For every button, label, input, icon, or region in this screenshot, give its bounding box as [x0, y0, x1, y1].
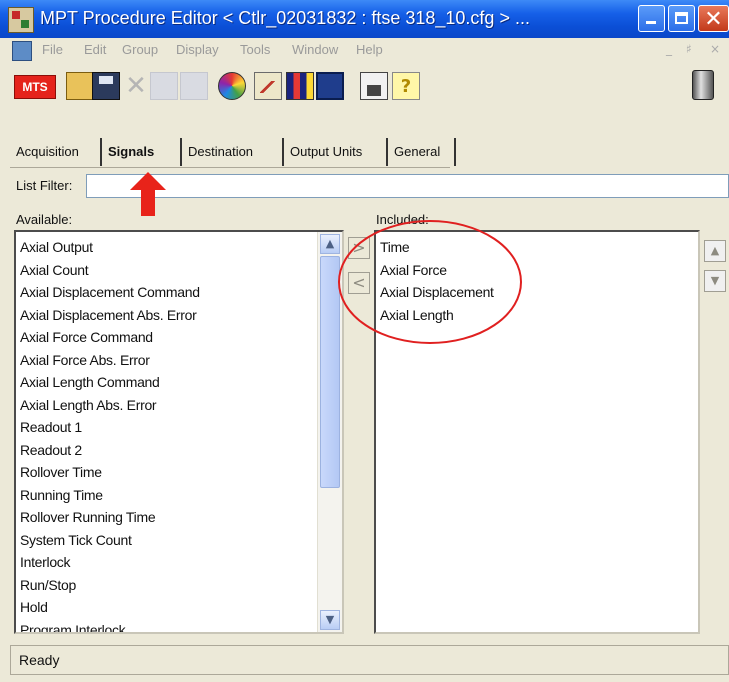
- remove-signal-button[interactable]: <: [348, 272, 370, 294]
- add-signal-button[interactable]: >: [348, 237, 370, 259]
- available-list-item[interactable]: Running Time: [20, 484, 342, 507]
- available-list-item[interactable]: Axial Length Command: [20, 371, 342, 394]
- document-icon[interactable]: [12, 41, 32, 61]
- available-list-item[interactable]: Axial Displacement Command: [20, 281, 342, 304]
- toolbar: MTS ✕ ?: [0, 64, 729, 106]
- available-list-item[interactable]: Axial Count: [20, 259, 342, 282]
- maximize-button[interactable]: [668, 5, 695, 32]
- delete-x-icon[interactable]: ✕: [122, 72, 150, 100]
- red-arrow-annotation: [130, 172, 166, 216]
- tab-general[interactable]: General: [390, 138, 456, 166]
- save-disk-icon[interactable]: [92, 72, 120, 100]
- available-list-item[interactable]: Interlock: [20, 551, 342, 574]
- list-filter-input[interactable]: [86, 174, 729, 198]
- available-list-item[interactable]: Readout 2: [20, 439, 342, 462]
- available-list-item[interactable]: Axial Output: [20, 236, 342, 259]
- available-list-item[interactable]: Readout 1: [20, 416, 342, 439]
- available-list-item[interactable]: System Tick Count: [20, 529, 342, 552]
- chart-icon[interactable]: [254, 72, 282, 100]
- menu-bar: File Edit Group Display Tools Window Hel…: [0, 38, 729, 65]
- available-list-item[interactable]: Axial Length Abs. Error: [20, 394, 342, 417]
- lock-icon[interactable]: [360, 72, 388, 100]
- window-title: MPT Procedure Editor < Ctlr_02031832 : f…: [40, 8, 530, 28]
- available-list-item[interactable]: Rollover Running Time: [20, 506, 342, 529]
- included-list-item[interactable]: Axial Displacement: [380, 281, 698, 304]
- menu-display[interactable]: Display: [176, 42, 219, 57]
- move-up-button[interactable]: ▲: [704, 240, 726, 262]
- mdi-minimize-button[interactable]: _: [666, 42, 672, 56]
- menu-group[interactable]: Group: [122, 42, 158, 57]
- tab-divider: [10, 167, 450, 168]
- scroll-thumb[interactable]: [320, 256, 340, 488]
- disabled-group2-icon[interactable]: [180, 72, 208, 100]
- included-list-item[interactable]: Time: [380, 236, 698, 259]
- available-list-item[interactable]: Axial Force Command: [20, 326, 342, 349]
- menu-help[interactable]: Help: [356, 42, 383, 57]
- station-icon[interactable]: [316, 72, 344, 100]
- available-list-item[interactable]: Rollover Time: [20, 461, 342, 484]
- open-folder-icon[interactable]: [66, 72, 94, 100]
- available-scrollbar[interactable]: ▲ ▼: [317, 232, 342, 632]
- status-text: Ready: [19, 652, 60, 668]
- procedure-editor-window: MPT Procedure Editor < Ctlr_02031832 : f…: [0, 0, 729, 682]
- included-label: Included:: [376, 212, 429, 227]
- scroll-up-button[interactable]: ▲: [320, 234, 340, 254]
- menu-file[interactable]: File: [42, 42, 63, 57]
- mts-logo-icon[interactable]: MTS: [14, 75, 56, 99]
- color-palette-icon[interactable]: [218, 72, 246, 100]
- minimize-icon: [646, 21, 656, 24]
- available-list-item[interactable]: Hold: [20, 596, 342, 619]
- available-label: Available:: [16, 212, 73, 227]
- menu-window[interactable]: Window: [292, 42, 338, 57]
- help-icon[interactable]: ?: [392, 72, 420, 100]
- available-list-item[interactable]: Program Interlock: [20, 619, 342, 633]
- tab-signals[interactable]: Signals: [104, 138, 182, 166]
- available-list[interactable]: Axial Output Axial Count Axial Displacemen…: [14, 230, 344, 634]
- app-icon[interactable]: [8, 7, 34, 33]
- menu-edit[interactable]: Edit: [84, 42, 106, 57]
- mdi-restore-button[interactable]: ♯: [686, 42, 692, 56]
- tab-acquisition[interactable]: Acquisition: [12, 138, 102, 166]
- signal-bars-icon[interactable]: [286, 72, 314, 100]
- included-list-item[interactable]: Axial Length: [380, 304, 698, 327]
- status-bar: Ready: [10, 645, 729, 675]
- move-down-button[interactable]: ▼: [704, 270, 726, 292]
- tab-destination[interactable]: Destination: [184, 138, 284, 166]
- tab-output-units[interactable]: Output Units: [286, 138, 388, 166]
- mdi-close-button[interactable]: ×: [710, 42, 720, 56]
- close-button[interactable]: ✕: [698, 5, 729, 32]
- included-list[interactable]: Time Axial Force Axial Displacement Axial L…: [374, 230, 700, 634]
- available-list-item[interactable]: Axial Force Abs. Error: [20, 349, 342, 372]
- scroll-down-button[interactable]: ▼: [320, 610, 340, 630]
- title-bar[interactable]: MPT Procedure Editor < Ctlr_02031832 : f…: [0, 0, 729, 38]
- available-list-item[interactable]: Run/Stop: [20, 574, 342, 597]
- maximize-icon: [675, 12, 688, 24]
- included-list-item[interactable]: Axial Force: [380, 259, 698, 282]
- available-list-item[interactable]: Axial Displacement Abs. Error: [20, 304, 342, 327]
- menu-tools[interactable]: Tools: [240, 42, 270, 57]
- trash-can-icon[interactable]: [692, 70, 714, 100]
- disabled-group-icon[interactable]: [150, 72, 178, 100]
- list-filter-label: List Filter:: [16, 178, 73, 193]
- minimize-button[interactable]: [638, 5, 665, 32]
